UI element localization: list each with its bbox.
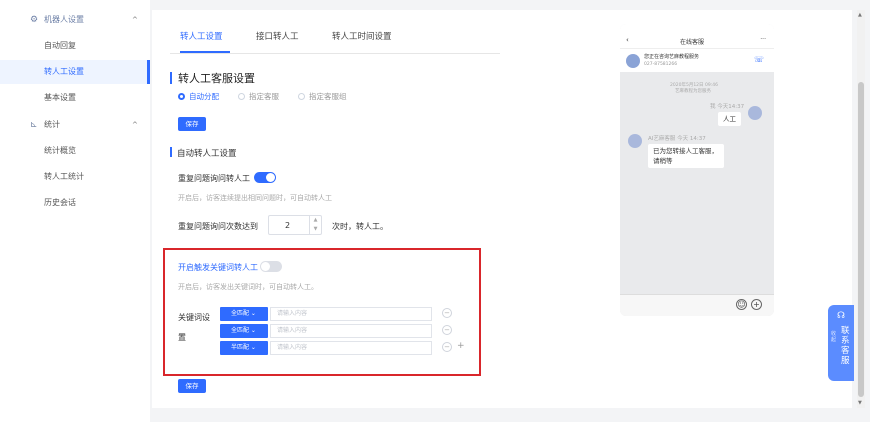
sidebar-item-history[interactable]: 历史会话 bbox=[0, 191, 150, 215]
tab-transfer-settings[interactable]: 转人工设置 bbox=[180, 30, 223, 42]
phone-status-bar bbox=[620, 24, 774, 34]
save-button-bottom[interactable]: 保存 bbox=[178, 379, 206, 393]
keyword-input[interactable]: 请输入内容 bbox=[270, 324, 432, 338]
repeat-transfer-hint: 开启后，访客连续提出相同问题时，可自动转人工 bbox=[178, 194, 332, 202]
scroll-down-icon[interactable]: ▼ bbox=[858, 400, 862, 406]
keyword-row: 全匹配 ⌄ 请输入内容 − bbox=[220, 307, 480, 321]
match-type-select[interactable]: 全匹配 ⌄ bbox=[220, 324, 268, 338]
app-root: ⚙ 机器人设置 ^ 自动回复 转人工设置 基本设置 ⊾ 统计 ^ 统计概览 转人… bbox=[0, 0, 870, 422]
plus-icon[interactable]: + bbox=[751, 299, 762, 310]
keyword-hint: 开启后，访客发出关键词时，可自动转人工。 bbox=[178, 283, 318, 291]
scroll-thumb[interactable] bbox=[858, 82, 864, 397]
keyword-row: 全匹配 ⌄ 请输入内容 − bbox=[220, 324, 480, 338]
repeat-transfer-toggle[interactable] bbox=[254, 172, 276, 183]
sidebar-item-basic-settings[interactable]: 基本设置 bbox=[0, 86, 150, 110]
save-button-top[interactable]: 保存 bbox=[178, 117, 206, 131]
keyword-row: 半匹配 ⌄ 请输入内容 − + bbox=[220, 341, 480, 355]
chart-icon: ⊾ bbox=[30, 120, 38, 130]
tab-transfer-time[interactable]: 转人工时间设置 bbox=[332, 30, 392, 42]
keyword-input[interactable]: 请输入内容 bbox=[270, 341, 432, 355]
phone-call-icon[interactable]: ☏ bbox=[754, 55, 764, 64]
sidebar-group-robot[interactable]: ⚙ 机器人设置 ^ bbox=[0, 8, 150, 32]
agent-message: 已为您转接人工客服，请稍等 bbox=[648, 144, 724, 168]
company-avatar bbox=[626, 54, 640, 68]
match-type-select[interactable]: 半匹配 ⌄ bbox=[220, 341, 268, 355]
tab-indicator bbox=[180, 51, 230, 53]
radio-specific-agent[interactable]: 指定客服 bbox=[238, 92, 279, 102]
remove-keyword-icon[interactable]: − bbox=[442, 325, 452, 335]
chevron-up-icon: ^ bbox=[132, 16, 138, 24]
repeat-count-suffix: 次时，转人工。 bbox=[332, 222, 388, 231]
sidebar-item-auto-reply[interactable]: 自动回复 bbox=[0, 34, 150, 58]
emoji-icon[interactable]: ☺ bbox=[736, 299, 747, 310]
phone-header: ‹ 在线客服 ··· bbox=[620, 34, 774, 48]
stepper-arrows-icon[interactable]: ▲ ▼ bbox=[309, 216, 321, 234]
agent-avatar bbox=[628, 134, 642, 148]
keyword-transfer-toggle[interactable] bbox=[260, 261, 282, 272]
back-icon[interactable]: ‹ bbox=[626, 36, 629, 44]
repeat-count-stepper[interactable]: 2 ▲ ▼ bbox=[268, 215, 322, 235]
repeat-transfer-label: 重复问题询问转人工 bbox=[178, 174, 250, 183]
page-scrollbar[interactable]: ▲ ▼ bbox=[857, 10, 865, 408]
phone-company-info: 您正在咨询艺麻教程服务 027-87581266 ☏ bbox=[620, 48, 774, 72]
headset-icon: ☊ bbox=[837, 311, 845, 321]
main-panel: 转人工设置 接口转人工 转人工时间设置 转人工客服设置 自动分配 指定客服 指定… bbox=[152, 10, 852, 408]
more-icon[interactable]: ··· bbox=[760, 36, 766, 43]
manual-section-title: 转人工客服设置 bbox=[170, 70, 255, 86]
repeat-count-label: 重复问题询问次数达到 bbox=[178, 222, 258, 231]
chevron-up-icon: ^ bbox=[132, 121, 138, 129]
sidebar-item-transfer-settings[interactable]: 转人工设置 bbox=[0, 60, 150, 84]
match-type-select[interactable]: 全匹配 ⌄ bbox=[220, 307, 268, 321]
add-keyword-icon[interactable]: + bbox=[457, 341, 465, 351]
keyword-input[interactable]: 请输入内容 bbox=[270, 307, 432, 321]
contact-service-button[interactable]: ☊ 收起 联系客服 bbox=[828, 305, 854, 381]
remove-keyword-icon[interactable]: − bbox=[442, 342, 452, 352]
sidebar-item-transfer-stats[interactable]: 转人工统计 bbox=[0, 165, 150, 189]
gear-icon: ⚙ bbox=[30, 15, 39, 25]
scroll-up-icon[interactable]: ▲ bbox=[858, 12, 862, 18]
tab-api-transfer[interactable]: 接口转人工 bbox=[256, 30, 299, 42]
phone-input-bar[interactable]: ☺ + bbox=[620, 294, 774, 316]
radio-auto-assign[interactable]: 自动分配 bbox=[178, 92, 219, 102]
phone-preview: ‹ 在线客服 ··· 您正在咨询艺麻教程服务 027-87581266 ☏ 20… bbox=[620, 24, 774, 316]
keyword-toggle-label: 开启触发关键词转人工 bbox=[178, 263, 258, 272]
user-message: 人工 bbox=[718, 112, 741, 126]
auto-section-title: 自动转人工设置 bbox=[170, 147, 237, 159]
sidebar-group-stats[interactable]: ⊾ 统计 ^ bbox=[0, 113, 150, 137]
radio-specific-group[interactable]: 指定客服组 bbox=[298, 92, 347, 102]
keyword-label-cont: 置 bbox=[178, 333, 186, 342]
sidebar: ⚙ 机器人设置 ^ 自动回复 转人工设置 基本设置 ⊾ 统计 ^ 统计概览 转人… bbox=[0, 0, 150, 422]
user-avatar bbox=[748, 106, 762, 120]
sidebar-item-stats-overview[interactable]: 统计概览 bbox=[0, 139, 150, 163]
keyword-label: 关键词设 bbox=[178, 313, 210, 322]
tab-bar: 转人工设置 接口转人工 转人工时间设置 bbox=[170, 24, 500, 54]
remove-keyword-icon[interactable]: − bbox=[442, 308, 452, 318]
